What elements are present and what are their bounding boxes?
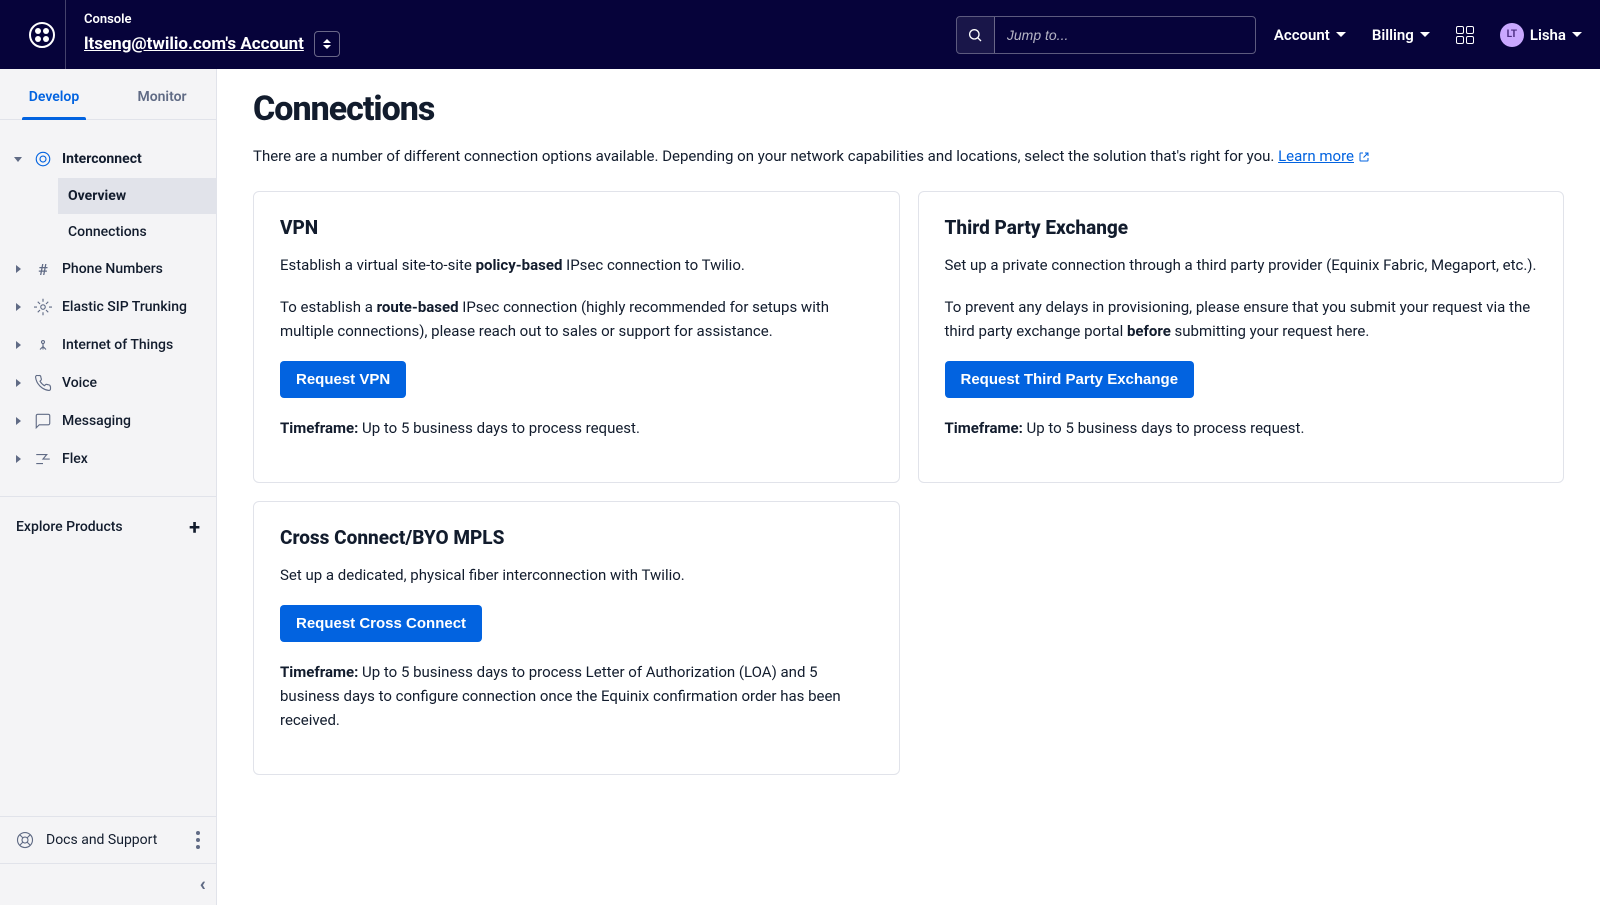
docs-and-support[interactable]: Docs and Support: [0, 816, 216, 863]
page-intro: There are a number of different connecti…: [253, 147, 1564, 165]
sip-icon: [34, 298, 52, 316]
sidebar-item-label: Internet of Things: [62, 337, 173, 353]
docs-label: Docs and Support: [46, 832, 157, 848]
user-name: Lisha: [1530, 26, 1566, 44]
chevron-right-icon: [16, 379, 21, 387]
sidebar-subitem-overview[interactable]: Overview: [58, 178, 216, 214]
chat-icon: [34, 412, 52, 430]
request-vpn-button[interactable]: Request VPN: [280, 361, 406, 398]
sidebar-item-flex[interactable]: Flex: [0, 440, 216, 478]
user-menu[interactable]: LT Lisha: [1500, 23, 1582, 47]
main-content: Connections There are a number of differ…: [217, 69, 1600, 905]
chevron-right-icon: [16, 417, 21, 425]
search-box: [956, 16, 1256, 54]
card-text: Set up a dedicated, physical fiber inter…: [280, 563, 873, 587]
plus-icon: +: [189, 515, 200, 539]
billing-menu[interactable]: Billing: [1372, 26, 1430, 44]
topbar: Console ltseng@twilio.com's Account Acco…: [0, 0, 1600, 69]
card-vpn: VPN Establish a virtual site-to-site pol…: [253, 191, 900, 483]
chevron-right-icon: [16, 265, 21, 273]
billing-menu-label: Billing: [1372, 26, 1414, 44]
search-button[interactable]: [957, 17, 995, 53]
explore-products[interactable]: Explore Products +: [0, 503, 216, 551]
chevron-down-icon: [14, 157, 22, 162]
sidebar: Develop Monitor Interconnect Overview Co…: [0, 69, 217, 905]
sidebar-item-elastic-sip[interactable]: Elastic SIP Trunking: [0, 288, 216, 326]
chevron-up-icon: [323, 39, 331, 43]
sidebar-item-iot[interactable]: Internet of Things: [0, 326, 216, 364]
sidebar-item-label: Elastic SIP Trunking: [62, 299, 187, 315]
tab-develop[interactable]: Develop: [0, 69, 108, 119]
interconnect-icon: [34, 150, 52, 168]
sidebar-item-messaging[interactable]: Messaging: [0, 402, 216, 440]
card-text: Establish a virtual site-to-site policy-…: [280, 253, 873, 277]
chevron-right-icon: [16, 303, 21, 311]
sidebar-item-label: Messaging: [62, 413, 131, 429]
console-label: Console: [84, 12, 340, 27]
top-nav: Account Billing LT Lisha: [1274, 23, 1582, 47]
chevron-right-icon: [16, 341, 21, 349]
page-title: Connections: [253, 89, 1564, 129]
learn-more-label: Learn more: [1278, 147, 1354, 165]
sidebar-item-label: Phone Numbers: [62, 261, 163, 277]
learn-more-link[interactable]: Learn more: [1278, 147, 1370, 165]
account-menu[interactable]: Account: [1274, 26, 1346, 44]
chevron-down-icon: [323, 45, 331, 49]
card-title: Cross Connect/BYO MPLS: [280, 526, 873, 549]
sidebar-nav: Interconnect Overview Connections # Phon…: [0, 120, 216, 816]
hash-icon: #: [34, 260, 52, 278]
timeframe: Timeframe: Up to 5 business days to proc…: [280, 660, 873, 732]
sidebar-item-label: Voice: [62, 375, 97, 391]
sidebar-item-label: Interconnect: [62, 151, 142, 167]
sidebar-item-voice[interactable]: Voice: [0, 364, 216, 402]
chevron-down-icon: [1572, 32, 1582, 37]
tab-monitor[interactable]: Monitor: [108, 69, 216, 119]
chevron-down-icon: [1336, 32, 1346, 37]
account-block: Console ltseng@twilio.com's Account: [84, 12, 340, 57]
sidebar-item-phone-numbers[interactable]: # Phone Numbers: [0, 250, 216, 288]
flex-icon: [34, 450, 52, 468]
card-title: VPN: [280, 216, 873, 239]
user-avatar: LT: [1500, 23, 1524, 47]
sidebar-subitem-connections[interactable]: Connections: [58, 214, 216, 250]
sidebar-item-label: Flex: [62, 451, 88, 467]
chevron-right-icon: [16, 455, 21, 463]
brand-logo[interactable]: [18, 0, 66, 69]
phone-icon: [34, 374, 52, 392]
timeframe: Timeframe: Up to 5 business days to proc…: [945, 416, 1538, 440]
app-grid-icon[interactable]: [1456, 26, 1474, 44]
card-text: To establish a route-based IPsec connect…: [280, 295, 873, 343]
account-switcher-button[interactable]: [314, 31, 340, 57]
timeframe: Timeframe: Up to 5 business days to proc…: [280, 416, 873, 440]
more-icon[interactable]: [196, 831, 200, 849]
card-cross-connect: Cross Connect/BYO MPLS Set up a dedicate…: [253, 501, 900, 775]
account-menu-label: Account: [1274, 26, 1330, 44]
card-third-party-exchange: Third Party Exchange Set up a private co…: [918, 191, 1565, 483]
card-text: To prevent any delays in provisioning, p…: [945, 295, 1538, 343]
card-title: Third Party Exchange: [945, 216, 1538, 239]
search-icon: [967, 27, 983, 43]
account-name-link[interactable]: ltseng@twilio.com's Account: [84, 34, 304, 54]
intro-text: There are a number of different connecti…: [253, 147, 1278, 165]
explore-label: Explore Products: [16, 519, 123, 535]
request-cross-connect-button[interactable]: Request Cross Connect: [280, 605, 482, 642]
search-input[interactable]: [995, 17, 1255, 53]
external-link-icon: [1358, 151, 1370, 163]
sidebar-item-interconnect[interactable]: Interconnect: [0, 140, 216, 178]
request-tpx-button[interactable]: Request Third Party Exchange: [945, 361, 1195, 398]
lifebuoy-icon: [16, 831, 34, 849]
iot-icon: [34, 336, 52, 354]
twilio-logo-icon: [29, 22, 55, 48]
chevron-down-icon: [1420, 32, 1430, 37]
cards-grid: VPN Establish a virtual site-to-site pol…: [253, 191, 1564, 775]
sidebar-tabs: Develop Monitor: [0, 69, 216, 120]
card-text: Set up a private connection through a th…: [945, 253, 1538, 277]
